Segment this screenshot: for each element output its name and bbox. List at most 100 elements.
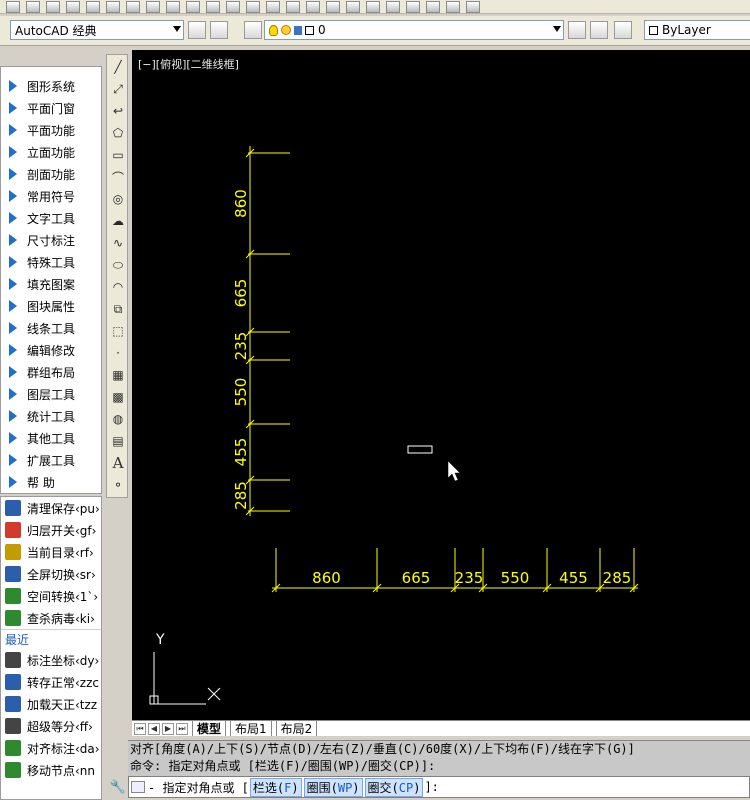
- tab-model[interactable]: 模型: [192, 721, 227, 736]
- properties-icon[interactable]: [346, 1, 360, 13]
- menu-item[interactable]: 尺寸标注: [1, 229, 101, 251]
- add-selected-icon[interactable]: ⚬: [110, 477, 126, 493]
- menu-item[interactable]: 图形系统: [1, 75, 101, 97]
- zoom-icon[interactable]: [286, 1, 300, 13]
- layer-previous-icon[interactable]: [590, 21, 608, 39]
- markup-icon[interactable]: [426, 1, 440, 13]
- line-icon[interactable]: ╱: [110, 59, 126, 75]
- construction-line-icon[interactable]: ⤢: [110, 81, 126, 97]
- gear-icon[interactable]: [188, 21, 206, 39]
- tool-item[interactable]: 查杀病毒‹ki›: [1, 607, 101, 629]
- make-current-icon[interactable]: [568, 21, 586, 39]
- ellipse-arc-icon[interactable]: ◠: [110, 279, 126, 295]
- menu-item[interactable]: 图块属性: [1, 295, 101, 317]
- pan-icon[interactable]: [266, 1, 280, 13]
- text-icon[interactable]: A: [110, 454, 126, 472]
- preview-icon[interactable]: [86, 1, 100, 13]
- tab-layout2[interactable]: 布局2: [275, 721, 318, 736]
- match-icon[interactable]: [186, 1, 200, 13]
- tool-item-label: 归层开关‹gf›: [27, 523, 97, 538]
- print-icon[interactable]: [66, 1, 80, 13]
- option-cpolygon[interactable]: 圈交(CP): [364, 777, 424, 797]
- menu-item[interactable]: 特殊工具: [1, 251, 101, 273]
- menu-item[interactable]: 扩展工具: [1, 449, 101, 471]
- gradient-icon[interactable]: ▩: [110, 389, 126, 405]
- redo-icon[interactable]: [246, 1, 260, 13]
- menu-item[interactable]: 帮 助: [1, 471, 101, 493]
- menu-item[interactable]: 图层工具: [1, 383, 101, 405]
- ellipse-icon[interactable]: ⬭: [110, 257, 126, 273]
- rectangle-icon[interactable]: ▭: [110, 147, 126, 163]
- circle-icon[interactable]: ◎: [110, 191, 126, 207]
- menu-item[interactable]: 群组布局: [1, 361, 101, 383]
- prev-tab-icon[interactable]: ◀: [148, 722, 160, 735]
- paste-icon[interactable]: [166, 1, 180, 13]
- zoom-window-icon[interactable]: [306, 1, 320, 13]
- help-icon[interactable]: [466, 1, 480, 13]
- make-block-icon[interactable]: ⬚: [110, 323, 126, 339]
- publish-icon[interactable]: [106, 1, 120, 13]
- region-icon[interactable]: ◍: [110, 411, 126, 427]
- menu-item[interactable]: 填充图案: [1, 273, 101, 295]
- command-input[interactable]: - 指定对角点或 [ 栏选(F) 圈围(WP) 圈交(CP) ]:: [128, 776, 750, 798]
- design-center-icon[interactable]: [366, 1, 380, 13]
- workspace-select[interactable]: AutoCAD 经典: [10, 20, 184, 40]
- menu-item[interactable]: 线条工具: [1, 317, 101, 339]
- menu-item[interactable]: 平面门窗: [1, 97, 101, 119]
- zoom-prev-icon[interactable]: [326, 1, 340, 13]
- tool-item[interactable]: 转存正常‹zzc: [1, 671, 101, 693]
- table-icon[interactable]: ▤: [110, 433, 126, 449]
- option-fence[interactable]: 栏选(F): [249, 777, 302, 797]
- tool-item[interactable]: 标注坐标‹dy›: [1, 649, 101, 671]
- polygon-icon[interactable]: ⬠: [110, 125, 126, 141]
- copy-icon[interactable]: [146, 1, 160, 13]
- menu-item[interactable]: 剖面功能: [1, 163, 101, 185]
- undo-icon[interactable]: [226, 1, 240, 13]
- point-icon[interactable]: ·: [110, 345, 126, 361]
- save-icon[interactable]: [46, 1, 60, 13]
- tool-item[interactable]: 对齐标注‹da›: [1, 737, 101, 759]
- first-tab-icon[interactable]: ⏮: [134, 722, 146, 735]
- command-prompt-prefix: - 指定对角点或 [: [148, 780, 249, 795]
- menu-item[interactable]: 平面功能: [1, 119, 101, 141]
- tool-item[interactable]: 移动节点‹nn: [1, 759, 101, 781]
- spline-icon[interactable]: ∿: [110, 235, 126, 251]
- insert-block-icon[interactable]: ⧉: [110, 301, 126, 317]
- next-tab-icon[interactable]: ▶: [162, 722, 174, 735]
- revcloud-icon[interactable]: ☁: [110, 213, 126, 229]
- tool-item[interactable]: 清理保存‹pu›: [1, 497, 101, 519]
- calc-icon[interactable]: [446, 1, 460, 13]
- color-select[interactable]: ByLayer: [644, 20, 750, 40]
- menu-item[interactable]: 其他工具: [1, 427, 101, 449]
- viewport-label[interactable]: [−][俯视][二维线框]: [138, 56, 239, 72]
- new-icon[interactable]: [6, 1, 20, 13]
- drawing-canvas[interactable]: 860 665 235 550 455 285 860 665 235 550 455 285 Y: [132, 50, 750, 720]
- hatch-icon[interactable]: ▦: [110, 367, 126, 383]
- sheet-set-icon[interactable]: [406, 1, 420, 13]
- tool-palette-icon[interactable]: [386, 1, 400, 13]
- layer-manager-icon[interactable]: [244, 21, 262, 39]
- tool-item[interactable]: 全屏切换‹sr›: [1, 563, 101, 585]
- cut-icon[interactable]: [126, 1, 140, 13]
- block-icon[interactable]: [206, 1, 220, 13]
- arc-icon[interactable]: ⌒: [110, 169, 126, 185]
- polyline-icon[interactable]: ↩: [110, 103, 126, 119]
- workspace-toolbar-icon[interactable]: [210, 21, 228, 39]
- tool-item[interactable]: 当前目录‹rf›: [1, 541, 101, 563]
- tool-item[interactable]: 空间转换‹1`›: [1, 585, 101, 607]
- menu-item[interactable]: 立面功能: [1, 141, 101, 163]
- tool-item[interactable]: 超级等分‹ff›: [1, 715, 101, 737]
- menu-item[interactable]: 文字工具: [1, 207, 101, 229]
- tool-item[interactable]: 归层开关‹gf›: [1, 519, 101, 541]
- menu-item[interactable]: 编辑修改: [1, 339, 101, 361]
- layer-state-icon[interactable]: [614, 21, 632, 39]
- menu-item[interactable]: 常用符号: [1, 185, 101, 207]
- last-tab-icon[interactable]: ⏭: [176, 722, 188, 735]
- layer-select[interactable]: 0: [264, 20, 564, 40]
- tool-item[interactable]: 加载天正‹tzz: [1, 693, 101, 715]
- open-icon[interactable]: [26, 1, 40, 13]
- wrench-icon[interactable]: 🔧: [108, 776, 128, 798]
- tab-layout1[interactable]: 布局1: [230, 721, 272, 736]
- menu-item[interactable]: 统计工具: [1, 405, 101, 427]
- option-wpolygon[interactable]: 圈围(WP): [303, 777, 363, 797]
